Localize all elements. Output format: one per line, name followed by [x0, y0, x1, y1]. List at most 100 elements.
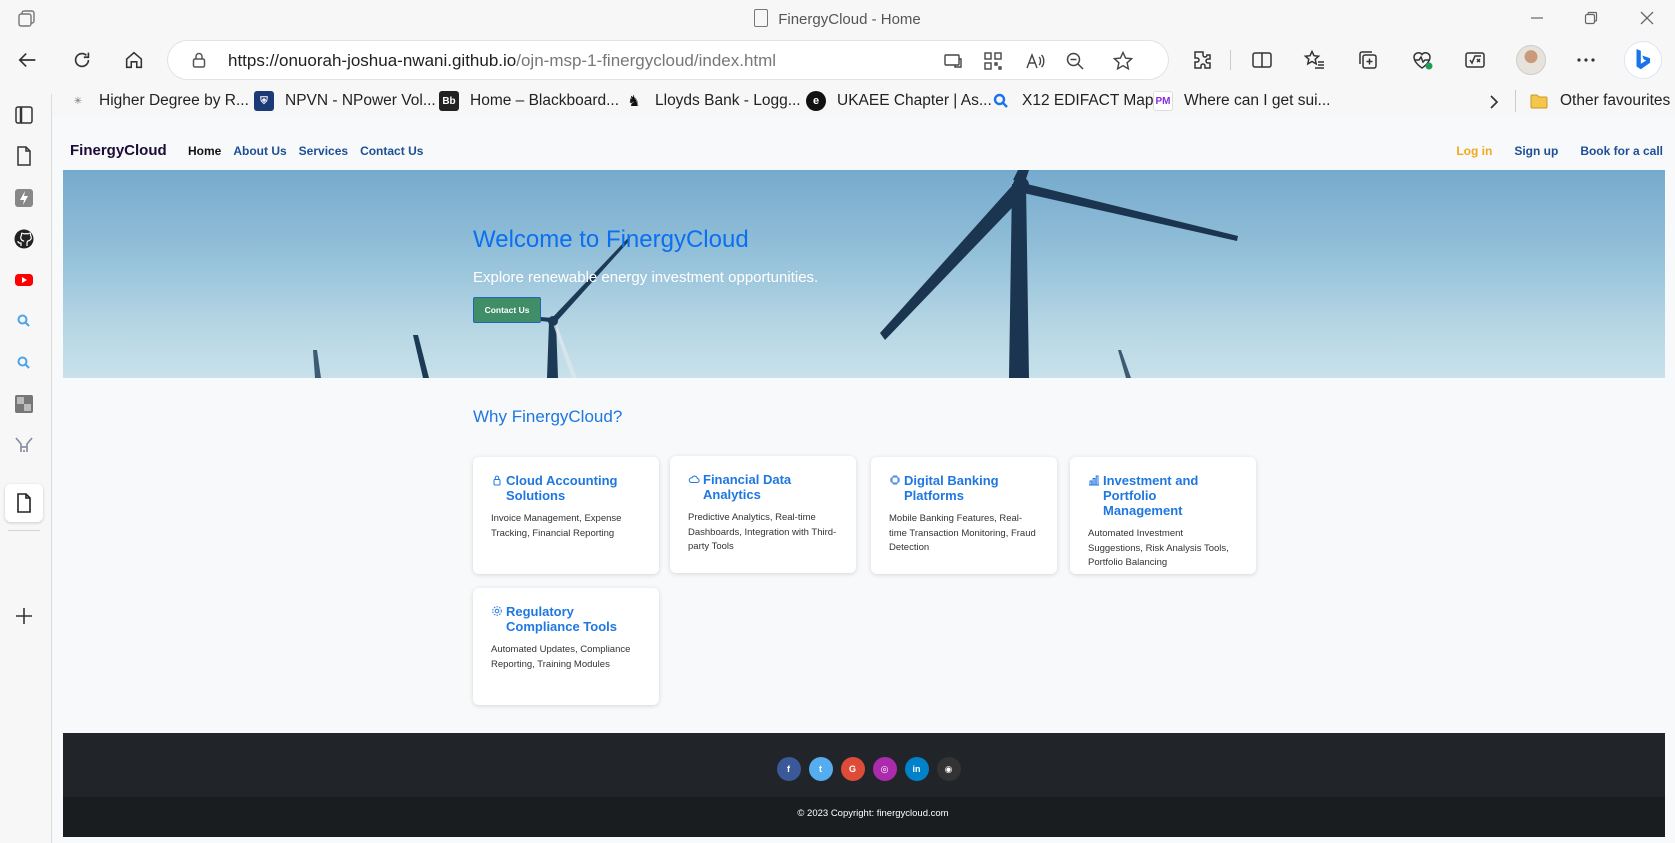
sidebar-item-youtube[interactable] [11, 267, 37, 293]
favourite-item[interactable]: PM Where can I get sui... [1153, 90, 1330, 112]
copilot-button[interactable] [1624, 41, 1662, 79]
nav-link-home[interactable]: Home [188, 144, 221, 158]
back-button[interactable] [10, 44, 46, 76]
favourites-bar: ✳ Higher Degree by R... ⛨ NPVN - NPower Vo… [0, 84, 1675, 117]
image-tool-icon [15, 395, 33, 413]
chevron-right-icon[interactable] [1484, 92, 1504, 112]
feature-card[interactable]: Cloud Accounting Solutions Invoice Manag… [473, 457, 659, 574]
minimize-button[interactable] [1514, 4, 1560, 32]
social-links: f t G ◎ in ◉ [63, 757, 1665, 781]
lock-icon[interactable] [190, 51, 208, 69]
twitter-icon[interactable]: t [808, 757, 833, 781]
sidebar-item-search-2[interactable] [11, 350, 37, 376]
split-screen-icon[interactable] [1250, 48, 1274, 72]
search-icon [17, 314, 30, 327]
lock-icon [493, 475, 501, 486]
login-link[interactable]: Log in [1456, 144, 1492, 158]
favourites-separator [1515, 90, 1516, 112]
favourite-star-icon[interactable] [1112, 50, 1134, 72]
other-favourites[interactable]: Other favourites [1529, 90, 1670, 112]
url-text[interactable]: https://onuorah-joshua-nwani.github.io/o… [228, 51, 776, 71]
sidebar-item-document-active[interactable] [11, 490, 37, 516]
extensions-icon[interactable] [1190, 48, 1214, 72]
refresh-button[interactable] [64, 44, 100, 76]
zoom-out-icon[interactable] [1064, 50, 1086, 72]
sidebar-item-image[interactable] [11, 391, 37, 417]
profile-avatar[interactable] [1516, 45, 1546, 75]
home-icon [125, 51, 143, 69]
sidebar-item-github[interactable] [11, 226, 37, 252]
feature-card[interactable]: Investment and Portfolio Management Auto… [1070, 457, 1256, 574]
close-window-button[interactable] [1624, 4, 1670, 32]
sidebar-item-page[interactable] [11, 143, 37, 169]
minimize-icon [1531, 17, 1543, 19]
sidebar-item-tabs[interactable] [11, 102, 37, 128]
document-icon [17, 146, 31, 166]
search-icon [17, 356, 30, 369]
favourite-label: X12 EDIFACT Map [1022, 92, 1154, 109]
favourite-label: Lloyds Bank - Logg... [655, 92, 801, 109]
more-options-icon[interactable] [1574, 48, 1598, 72]
collections-icon[interactable] [1356, 48, 1380, 72]
network-icon: ✳ [73, 95, 83, 107]
instagram-icon[interactable]: ◎ [872, 757, 897, 781]
document-icon [17, 493, 31, 513]
linkedin-icon[interactable]: in [904, 757, 929, 781]
refresh-icon [74, 52, 90, 68]
feature-card[interactable]: Regulatory Compliance Tools Automated Up… [473, 588, 659, 705]
nav-link-services[interactable]: Services [299, 144, 348, 158]
browser-essentials-icon[interactable] [1410, 48, 1434, 72]
horse-icon: ♞ [627, 93, 641, 110]
restore-button[interactable] [1568, 4, 1614, 32]
window-title-text: FinergyCloud - Home [778, 11, 921, 28]
cloud-icon [688, 475, 700, 483]
facebook-icon[interactable]: f [776, 757, 801, 781]
animal-logo-icon [15, 437, 33, 452]
favourite-label: NPVN - NPower Vol... [285, 92, 436, 109]
math-solver-icon[interactable] [1463, 48, 1487, 72]
read-aloud-icon[interactable] [1024, 50, 1046, 72]
favourite-item[interactable]: ✳ Higher Degree by R... [68, 90, 249, 112]
footer-copyright: © 2023 Copyright: finergycloud.com [63, 797, 1665, 837]
home-button[interactable] [116, 44, 152, 76]
app-available-icon[interactable] [942, 50, 964, 72]
google-icon[interactable]: G [840, 757, 865, 781]
favourite-item[interactable]: e UKAEE Chapter | As... [806, 90, 992, 112]
bing-icon [1636, 49, 1651, 70]
card-description: Automated Updates, Compliance Reporting,… [491, 644, 631, 670]
site-navbar: FinergyCloud Home About Us Services Cont… [63, 142, 1663, 164]
favourites-icon[interactable] [1303, 48, 1327, 72]
nav-link-contact-us[interactable]: Contact Us [360, 144, 423, 158]
back-arrow-icon [18, 52, 36, 68]
why-section-title: Why FinergyCloud? [473, 407, 623, 426]
site-nav-links: Home About Us Services Contact Us [188, 144, 423, 158]
favourite-label: Where can I get sui... [1184, 92, 1331, 109]
sidebar-item-lightning[interactable] [11, 185, 37, 211]
feature-card[interactable]: Digital Banking Platforms Mobile Banking… [871, 457, 1057, 574]
card-title: Financial Data Analytics [688, 472, 838, 502]
sidebar-item-search-1[interactable] [11, 308, 37, 334]
sidebar-add-button[interactable] [11, 603, 37, 629]
wind-turbines-image [313, 170, 1238, 378]
plus-icon [16, 608, 32, 624]
favourite-item[interactable]: ♞ Lloyds Bank - Logg... [624, 90, 801, 112]
sidebar-item-animal[interactable] [11, 432, 37, 458]
github-icon[interactable]: ◉ [936, 757, 961, 781]
hero-contact-button[interactable]: Contact Us [473, 297, 541, 323]
ukaee-icon: e [806, 91, 826, 111]
qr-code-icon[interactable] [982, 50, 1004, 72]
favourite-item[interactable]: ⛨ NPVN - NPower Vol... [254, 90, 436, 112]
address-bar[interactable]: https://onuorah-joshua-nwani.github.io/o… [168, 41, 1168, 79]
book-call-link[interactable]: Book for a call [1580, 144, 1663, 158]
other-favourites-label: Other favourites [1560, 92, 1671, 109]
favourite-label: Higher Degree by R... [99, 92, 249, 109]
favourite-item[interactable]: X12 EDIFACT Map [991, 90, 1154, 112]
youtube-icon [15, 274, 33, 286]
nav-link-about-us[interactable]: About Us [233, 144, 286, 158]
bar-chart-icon [1089, 475, 1099, 486]
site-brand[interactable]: FinergyCloud [70, 142, 167, 159]
card-title: Investment and Portfolio Management [1088, 473, 1238, 518]
favourite-item[interactable]: Bb Home – Blackboard... [439, 90, 619, 112]
feature-card[interactable]: Financial Data Analytics Predictive Anal… [670, 456, 856, 573]
signup-link[interactable]: Sign up [1514, 144, 1558, 158]
